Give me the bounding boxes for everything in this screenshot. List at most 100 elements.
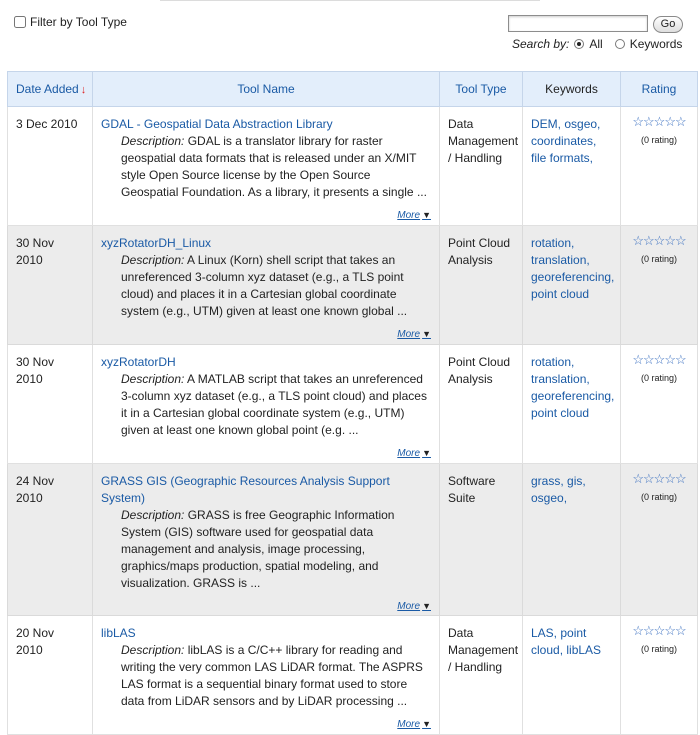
header-date-added[interactable]: Date Added ↓ — [7, 71, 93, 107]
more-link[interactable]: More ▼ — [101, 598, 431, 615]
keyword-link[interactable]: translation, — [531, 372, 590, 386]
tool-type-cell: Data Management / Handling — [439, 106, 523, 226]
tool-name-link[interactable]: GRASS GIS (Geographic Resources Analysis… — [101, 473, 431, 507]
date-cell: 3 Dec 2010 — [7, 106, 93, 226]
chevron-down-icon: ▼ — [422, 719, 431, 729]
filter-checkbox[interactable] — [14, 16, 26, 28]
keyword-link[interactable]: point cloud — [531, 406, 589, 420]
tool-cell: libLAS Description: libLAS is a C/C++ li… — [92, 615, 440, 735]
rating-cell: ☆☆☆☆☆ (0 rating) — [620, 106, 698, 226]
star-rating-icon[interactable]: ☆☆☆☆☆ — [629, 472, 689, 486]
more-label: More — [397, 448, 421, 459]
keyword-link[interactable]: osgeo, — [564, 117, 600, 131]
tool-cell: GRASS GIS (Geographic Resources Analysis… — [92, 463, 440, 616]
header-tool-name[interactable]: Tool Name — [92, 71, 440, 107]
sort-desc-icon: ↓ — [80, 84, 87, 96]
more-link[interactable]: More ▼ — [101, 326, 431, 343]
keywords-cell: grass, gis, osgeo, — [522, 463, 621, 616]
rating-count: (0 rating) — [640, 492, 677, 502]
rating-count: (0 rating) — [640, 254, 677, 264]
description-label: Description: — [121, 508, 185, 522]
header-rating[interactable]: Rating — [620, 71, 698, 107]
date-added: 20 Nov 2010 — [16, 626, 55, 657]
tool-type: Data Management / Handling — [448, 117, 519, 165]
keyword-link[interactable]: rotation, — [531, 355, 574, 369]
keywords-cell: rotation, translation, georeferencing, p… — [522, 344, 621, 464]
tool-type-cell: Data Management / Handling — [439, 615, 523, 735]
more-label: More — [397, 329, 421, 340]
star-rating-icon[interactable]: ☆☆☆☆☆ — [629, 624, 689, 638]
rating-cell: ☆☆☆☆☆ (0 rating) — [620, 344, 698, 464]
date-added: 3 Dec 2010 — [16, 117, 78, 131]
star-rating-icon[interactable]: ☆☆☆☆☆ — [629, 234, 689, 248]
date-cell: 30 Nov 2010 — [7, 344, 93, 464]
tool-description: Description: GRASS is free Geographic In… — [121, 507, 431, 592]
keyword-link[interactable]: libLAS — [566, 643, 601, 657]
keyword-link[interactable]: DEM, — [531, 117, 561, 131]
keywords-cell: rotation, translation, georeferencing, p… — [522, 225, 621, 345]
tool-name-link[interactable]: xyzRotatorDH_Linux — [101, 235, 431, 252]
top-divider — [160, 0, 540, 4]
radio-all-label: All — [589, 37, 603, 51]
chevron-down-icon: ▼ — [422, 448, 431, 458]
keyword-link[interactable]: file formats, — [531, 151, 593, 165]
filter-by-tool-type[interactable]: Filter by Tool Type — [14, 15, 127, 29]
keyword-link[interactable]: LAS, — [531, 626, 557, 640]
tool-name-link[interactable]: libLAS — [101, 625, 431, 642]
keyword-link[interactable]: osgeo, — [531, 491, 567, 505]
search-by-options: Search by: All Keywords — [512, 37, 694, 51]
rating-count: (0 rating) — [640, 135, 677, 145]
date-cell: 30 Nov 2010 — [7, 225, 93, 345]
keywords-cell: DEM, osgeo, coordinates, file formats, — [522, 106, 621, 226]
filter-label: Filter by Tool Type — [30, 15, 127, 29]
table-header-row: Date Added ↓ Tool Name Tool Type Keywords… — [7, 71, 698, 107]
table-row: 3 Dec 2010 GDAL - Geospatial Data Abstra… — [7, 106, 698, 226]
header-keywords: Keywords — [522, 71, 621, 107]
description-label: Description: — [121, 253, 185, 267]
rating-cell: ☆☆☆☆☆ (0 rating) — [620, 225, 698, 345]
header-tool-type[interactable]: Tool Type — [439, 71, 523, 107]
keyword-link[interactable]: rotation, — [531, 236, 574, 250]
table-row: 30 Nov 2010 xyzRotatorDH Description: A … — [7, 344, 698, 464]
radio-keywords[interactable] — [614, 39, 625, 49]
chevron-down-icon: ▼ — [422, 210, 431, 220]
tool-description: Description: GDAL is a translator librar… — [121, 133, 431, 201]
tool-type: Point Cloud Analysis — [448, 236, 511, 267]
more-link[interactable]: More ▼ — [101, 445, 431, 462]
radio-all[interactable] — [574, 39, 585, 49]
keyword-link[interactable]: georeferencing, — [531, 389, 614, 403]
keyword-link[interactable]: point cloud — [531, 287, 589, 301]
star-rating-icon[interactable]: ☆☆☆☆☆ — [629, 115, 689, 129]
chevron-down-icon: ▼ — [422, 601, 431, 611]
tool-type: Point Cloud Analysis — [448, 355, 511, 386]
keyword-link[interactable]: translation, — [531, 253, 590, 267]
keyword-link[interactable]: gis, — [567, 474, 586, 488]
keyword-link[interactable]: coordinates, — [531, 134, 596, 148]
keyword-link[interactable]: georeferencing, — [531, 270, 614, 284]
date-added: 30 Nov 2010 — [16, 355, 55, 386]
star-rating-icon[interactable]: ☆☆☆☆☆ — [629, 353, 689, 367]
description-label: Description: — [121, 134, 185, 148]
more-label: More — [397, 210, 421, 221]
tool-cell: GDAL - Geospatial Data Abstraction Libra… — [92, 106, 440, 226]
rating-cell: ☆☆☆☆☆ (0 rating) — [620, 463, 698, 616]
tool-description: Description: A Linux (Korn) shell script… — [121, 252, 431, 320]
tool-name-link[interactable]: xyzRotatorDH — [101, 354, 431, 371]
description-label: Description: — [121, 643, 185, 657]
go-button[interactable]: Go — [653, 16, 683, 33]
tool-type: Data Management / Handling — [448, 626, 519, 674]
more-label: More — [397, 719, 421, 730]
tool-type-cell: Point Cloud Analysis — [439, 225, 523, 345]
search-input[interactable] — [508, 15, 648, 32]
more-link[interactable]: More ▼ — [101, 716, 431, 733]
tools-table: Date Added ↓ Tool Name Tool Type Keywords… — [7, 71, 698, 735]
tool-description: Description: libLAS is a C/C++ library f… — [121, 642, 431, 710]
table-row: 20 Nov 2010 libLAS Description: libLAS i… — [7, 615, 698, 735]
tool-name-link[interactable]: GDAL - Geospatial Data Abstraction Libra… — [101, 116, 431, 133]
keyword-link[interactable]: grass, — [531, 474, 564, 488]
more-link[interactable]: More ▼ — [101, 207, 431, 224]
rating-count: (0 rating) — [640, 644, 677, 654]
rating-count: (0 rating) — [640, 373, 677, 383]
tool-cell: xyzRotatorDH_Linux Description: A Linux … — [92, 225, 440, 345]
header-date-label: Date Added — [16, 82, 79, 96]
